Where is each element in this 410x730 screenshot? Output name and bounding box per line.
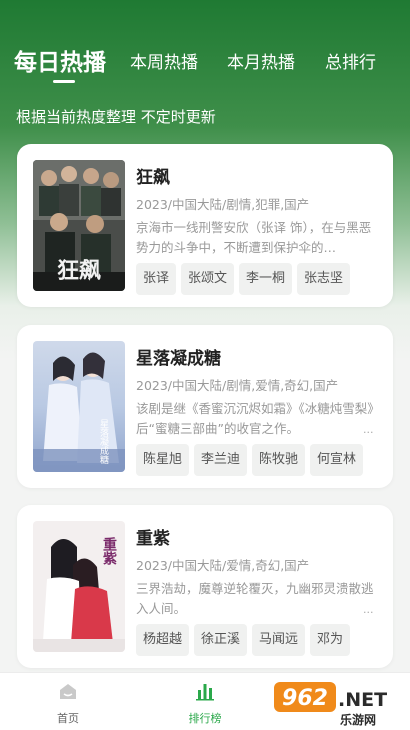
home-icon bbox=[60, 684, 76, 699]
cast-tag[interactable]: 邓为 bbox=[310, 624, 351, 656]
drama-title: 重紫 bbox=[136, 529, 170, 549]
cast-tag[interactable]: 张颂文 bbox=[181, 263, 235, 295]
cast-tag[interactable]: 徐正溪 bbox=[194, 624, 248, 656]
drama-meta: 2023/中国大陆/剧情,犯罪,国产 bbox=[136, 197, 310, 212]
poster-logo: 重紫 bbox=[101, 536, 117, 566]
nav-item-ranking[interactable]: 排行榜 bbox=[160, 673, 250, 730]
more-indicator[interactable]: ... bbox=[363, 423, 374, 436]
nav-label-ranking: 排行榜 bbox=[188, 712, 222, 725]
cast-tag[interactable]: 李一桐 bbox=[239, 263, 293, 295]
cast-tag[interactable]: 李兰迪 bbox=[194, 444, 248, 476]
watermark-logo: 962 .NET 乐游网 bbox=[274, 682, 387, 727]
cast-tag[interactable]: 马闻远 bbox=[252, 624, 306, 656]
poster-art: 狂飙 bbox=[33, 160, 125, 291]
poster-image: 狂飙 bbox=[33, 160, 125, 291]
drama-card[interactable]: 星落凝成糖 星落凝成糖 2023/中国大陆/剧情,爱情,奇幻,国产 该剧是继《香… bbox=[17, 325, 393, 488]
drama-meta: 2023/中国大陆/剧情,爱情,奇幻,国产 bbox=[136, 378, 339, 393]
drama-title: 狂飙 bbox=[136, 168, 170, 188]
bar-chart-icon bbox=[196, 684, 214, 701]
cast-tag[interactable]: 陈星旭 bbox=[136, 444, 190, 476]
poster-logo: 狂飙 bbox=[57, 258, 101, 284]
cast-tag[interactable]: 何宣林 bbox=[310, 444, 364, 476]
watermark-brand: 962 bbox=[282, 686, 328, 711]
drama-card[interactable]: 狂飙 狂飙 2023/中国大陆/剧情,犯罪,国产 京海市一线刑警安欣（张译 饰）… bbox=[17, 144, 393, 307]
drama-description: 京海市一线刑警安欣（张译 饰），在与黑恶势力的斗争中，不断遭到保护伞的… bbox=[136, 220, 372, 255]
tab-indicator bbox=[53, 80, 75, 83]
cast-tags: 陈星旭 李兰迪 陈牧驰 何宣林 bbox=[136, 444, 368, 476]
cast-tag[interactable]: 张志坚 bbox=[297, 263, 351, 295]
tab-overall[interactable]: 总排行 bbox=[325, 48, 376, 73]
watermark-sub: 乐游网 bbox=[340, 712, 376, 727]
drama-description: 三界浩劫，魔尊逆轮覆灭，九幽邪灵溃散逃入人间。 bbox=[136, 581, 374, 616]
page-subtitle: 根据当前热度整理 不定时更新 bbox=[16, 108, 216, 126]
tab-weekly[interactable]: 本周热播 bbox=[130, 48, 198, 73]
cast-tags: 张译 张颂文 李一桐 张志坚 bbox=[136, 263, 355, 295]
tab-daily[interactable]: 每日热播 bbox=[14, 43, 106, 77]
poster-image: 重紫 bbox=[33, 521, 125, 652]
poster-art: 重紫 bbox=[33, 521, 125, 652]
poster-image: 星落凝成糖 bbox=[33, 341, 125, 472]
nav-label-home: 首页 bbox=[57, 712, 79, 725]
site-watermark: 962 .NET 乐游网 bbox=[272, 678, 408, 728]
drama-meta: 2023/中国大陆/爱情,奇幻,国产 bbox=[136, 558, 310, 573]
watermark-suffix: .NET bbox=[338, 689, 387, 711]
nav-item-home[interactable]: 首页 bbox=[23, 673, 113, 730]
cast-tag[interactable]: 杨超越 bbox=[136, 624, 190, 656]
poster-logo: 星落凝成糖 bbox=[98, 419, 109, 465]
tab-monthly[interactable]: 本月热播 bbox=[227, 48, 295, 73]
drama-description: 该剧是继《香蜜沉沉烬如霜》《冰糖炖雪梨》后“蜜糖三部曲”的收官之作。 bbox=[136, 401, 374, 436]
cast-tag[interactable]: 张译 bbox=[136, 263, 177, 295]
drama-card[interactable]: 重紫 重紫 2023/中国大陆/爱情,奇幻,国产 三界浩劫，魔尊逆轮覆灭，九幽邪… bbox=[17, 505, 393, 668]
drama-title: 星落凝成糖 bbox=[136, 349, 221, 369]
poster-art: 星落凝成糖 bbox=[33, 341, 125, 472]
cast-tags: 杨超越 徐正溪 马闻远 邓为 bbox=[136, 624, 355, 656]
more-indicator[interactable]: ... bbox=[363, 603, 374, 616]
cast-tag[interactable]: 陈牧驰 bbox=[252, 444, 306, 476]
